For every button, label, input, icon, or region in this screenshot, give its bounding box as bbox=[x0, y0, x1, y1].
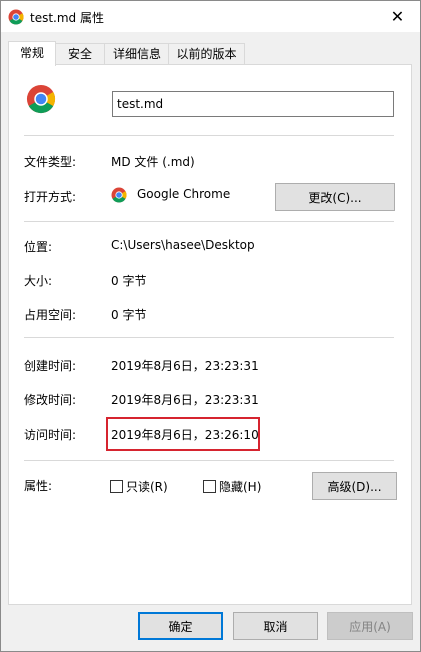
opens-with-label: 打开方式: bbox=[24, 190, 77, 204]
general-panel: 文件类型: MD 文件 (.md) 打开方式: Google Chrome 更改… bbox=[8, 64, 412, 605]
attributes-label: 属性: bbox=[24, 479, 53, 493]
size-label: 大小: bbox=[24, 274, 53, 288]
tab-details[interactable]: 详细信息 bbox=[104, 43, 170, 64]
chrome-icon bbox=[8, 9, 24, 25]
ok-button[interactable]: 确定 bbox=[138, 612, 223, 640]
size-on-disk-value: 0 字节 bbox=[111, 308, 147, 322]
created-label: 创建时间: bbox=[24, 359, 77, 373]
divider bbox=[24, 337, 394, 338]
hidden-label: 隐藏(H) bbox=[219, 480, 262, 494]
chrome-icon bbox=[26, 84, 56, 114]
filename-input[interactable] bbox=[112, 91, 394, 117]
size-on-disk-label: 占用空间: bbox=[24, 308, 77, 322]
file-type-value: MD 文件 (.md) bbox=[111, 155, 195, 169]
divider bbox=[24, 460, 394, 461]
readonly-label: 只读(R) bbox=[126, 480, 168, 494]
change-button[interactable]: 更改(C)... bbox=[275, 183, 395, 211]
location-label: 位置: bbox=[24, 240, 53, 254]
close-button[interactable]: ✕ bbox=[375, 1, 420, 32]
tab-general[interactable]: 常规 bbox=[8, 41, 56, 66]
title-bar[interactable]: test.md 属性 ✕ bbox=[1, 1, 420, 32]
properties-window: test.md 属性 ✕ 常规 安全 详细信息 以前的版本 文件类型: MD 文… bbox=[0, 0, 421, 652]
tab-previous-versions[interactable]: 以前的版本 bbox=[168, 43, 245, 64]
checkbox-box[interactable] bbox=[203, 480, 216, 493]
chrome-icon bbox=[111, 187, 127, 203]
readonly-checkbox[interactable]: 只读(R) bbox=[110, 478, 168, 495]
highlight-box bbox=[106, 417, 260, 451]
checkbox-box[interactable] bbox=[110, 480, 123, 493]
close-icon: ✕ bbox=[390, 7, 405, 26]
window-title: test.md 属性 bbox=[30, 11, 104, 25]
opens-with-value: Google Chrome bbox=[137, 187, 231, 201]
location-value: C:\Users\hasee\Desktop bbox=[111, 238, 255, 252]
file-type-label: 文件类型: bbox=[24, 155, 77, 169]
accessed-label: 访问时间: bbox=[24, 428, 77, 442]
size-value: 0 字节 bbox=[111, 274, 147, 288]
cancel-button[interactable]: 取消 bbox=[233, 612, 318, 640]
divider bbox=[24, 221, 394, 222]
created-value: 2019年8月6日，23:23:31 bbox=[111, 359, 259, 373]
tab-security[interactable]: 安全 bbox=[54, 43, 106, 64]
hidden-checkbox[interactable]: 隐藏(H) bbox=[203, 478, 261, 495]
apply-button[interactable]: 应用(A) bbox=[327, 612, 413, 640]
modified-label: 修改时间: bbox=[24, 393, 77, 407]
advanced-button[interactable]: 高级(D)... bbox=[312, 472, 397, 500]
divider bbox=[24, 135, 394, 136]
modified-value: 2019年8月6日，23:23:31 bbox=[111, 393, 259, 407]
